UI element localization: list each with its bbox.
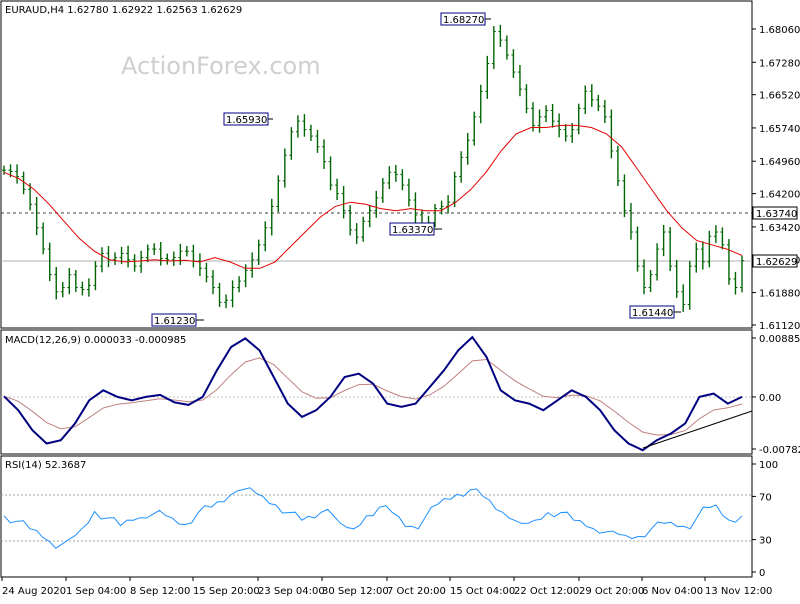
- price-tick-label: 1.61880: [759, 289, 800, 300]
- price-tick-label: 1.68060: [759, 25, 800, 36]
- svg-text:1.61440: 1.61440: [632, 308, 673, 319]
- macd-tick-label: -0.007826: [759, 445, 800, 456]
- rsi-panel-frame: [0, 455, 753, 578]
- x-tick-label: 1 Sep 04:00: [66, 586, 126, 597]
- macd-y-axis: 0.008859 0.00 -0.007826: [752, 334, 800, 456]
- macd-tick-label: 0.00: [759, 393, 781, 404]
- rsi-tick-label: 30: [759, 536, 772, 547]
- symbol-header: EURAUD,H4 1.62780 1.62922 1.62563 1.6262…: [5, 5, 242, 16]
- x-tick-label: 15 Oct 04:00: [450, 586, 515, 597]
- price-tick-label: 1.63420: [759, 223, 800, 234]
- svg-text:1.62629: 1.62629: [756, 257, 797, 268]
- x-tick-label: 7 Oct 20:00: [387, 586, 446, 597]
- x-tick-label: 22 Oct 12:00: [514, 586, 579, 597]
- price-tick-label: 1.64200: [759, 190, 800, 201]
- watermark: ActionForex.com: [121, 52, 321, 80]
- svg-text:1.65930: 1.65930: [226, 115, 267, 126]
- x-tick-label: 30 Sep 12:00: [322, 586, 389, 597]
- annotation-5: 1.61440: [629, 305, 681, 319]
- annotation-2: 1.61230: [151, 313, 204, 327]
- price-tick-label: 1.67280: [759, 58, 800, 69]
- macd-panel-frame: [0, 329, 753, 455]
- rsi-tick-label: 70: [759, 492, 772, 503]
- annotation-3: 1.68270: [440, 12, 491, 26]
- x-tick-label: 29 Oct 20:00: [579, 586, 644, 597]
- macd-panel-title: MACD(12,26,9) 0.000033 -0.000985: [5, 335, 186, 346]
- price-panel-frame: [0, 0, 753, 329]
- chart-root: EURAUD,H4 1.62780 1.62922 1.62563 1.6262…: [0, 0, 800, 597]
- rsi-y-axis: 100 70 30 0: [752, 460, 778, 579]
- current-price-tag: 1.62629: [752, 254, 798, 268]
- price-tick-label: 1.66520: [759, 91, 800, 102]
- annotation-4: 1.63370: [389, 222, 442, 236]
- rsi-tick-label: 0: [759, 568, 765, 579]
- price-tick-label: 1.64960: [759, 157, 800, 168]
- x-tick-label: 13 Nov 12:00: [705, 586, 772, 597]
- annotation-1: 1.65930: [223, 112, 273, 126]
- svg-text:1.61230: 1.61230: [154, 316, 195, 327]
- x-tick-label: 15 Sep 20:00: [193, 586, 260, 597]
- level-price-tag: 1.63740: [752, 206, 798, 220]
- x-tick-label: 23 Sep 04:00: [258, 586, 325, 597]
- x-tick-label: 6 Nov 04:00: [642, 586, 703, 597]
- rsi-panel-title: RSI(14) 52.3687: [5, 460, 86, 471]
- price-y-axis: 1.68060 1.67280 1.66520 1.65740 1.64960 1.642…: [752, 25, 800, 332]
- macd-tick-label: 0.008859: [759, 334, 800, 345]
- x-tick-label: 24 Aug 2020: [2, 586, 66, 597]
- price-tick-label: 1.61120: [759, 321, 800, 332]
- rsi-tick-label: 100: [759, 460, 778, 471]
- svg-text:1.63370: 1.63370: [392, 225, 433, 236]
- x-tick-label: 8 Sep 12:00: [130, 586, 190, 597]
- svg-text:1.68270: 1.68270: [443, 15, 484, 26]
- svg-text:1.63740: 1.63740: [756, 209, 797, 220]
- x-axis: 24 Aug 2020 1 Sep 04:00 8 Sep 12:00 15 Sep …: [1, 577, 772, 597]
- price-tick-label: 1.65740: [759, 124, 800, 135]
